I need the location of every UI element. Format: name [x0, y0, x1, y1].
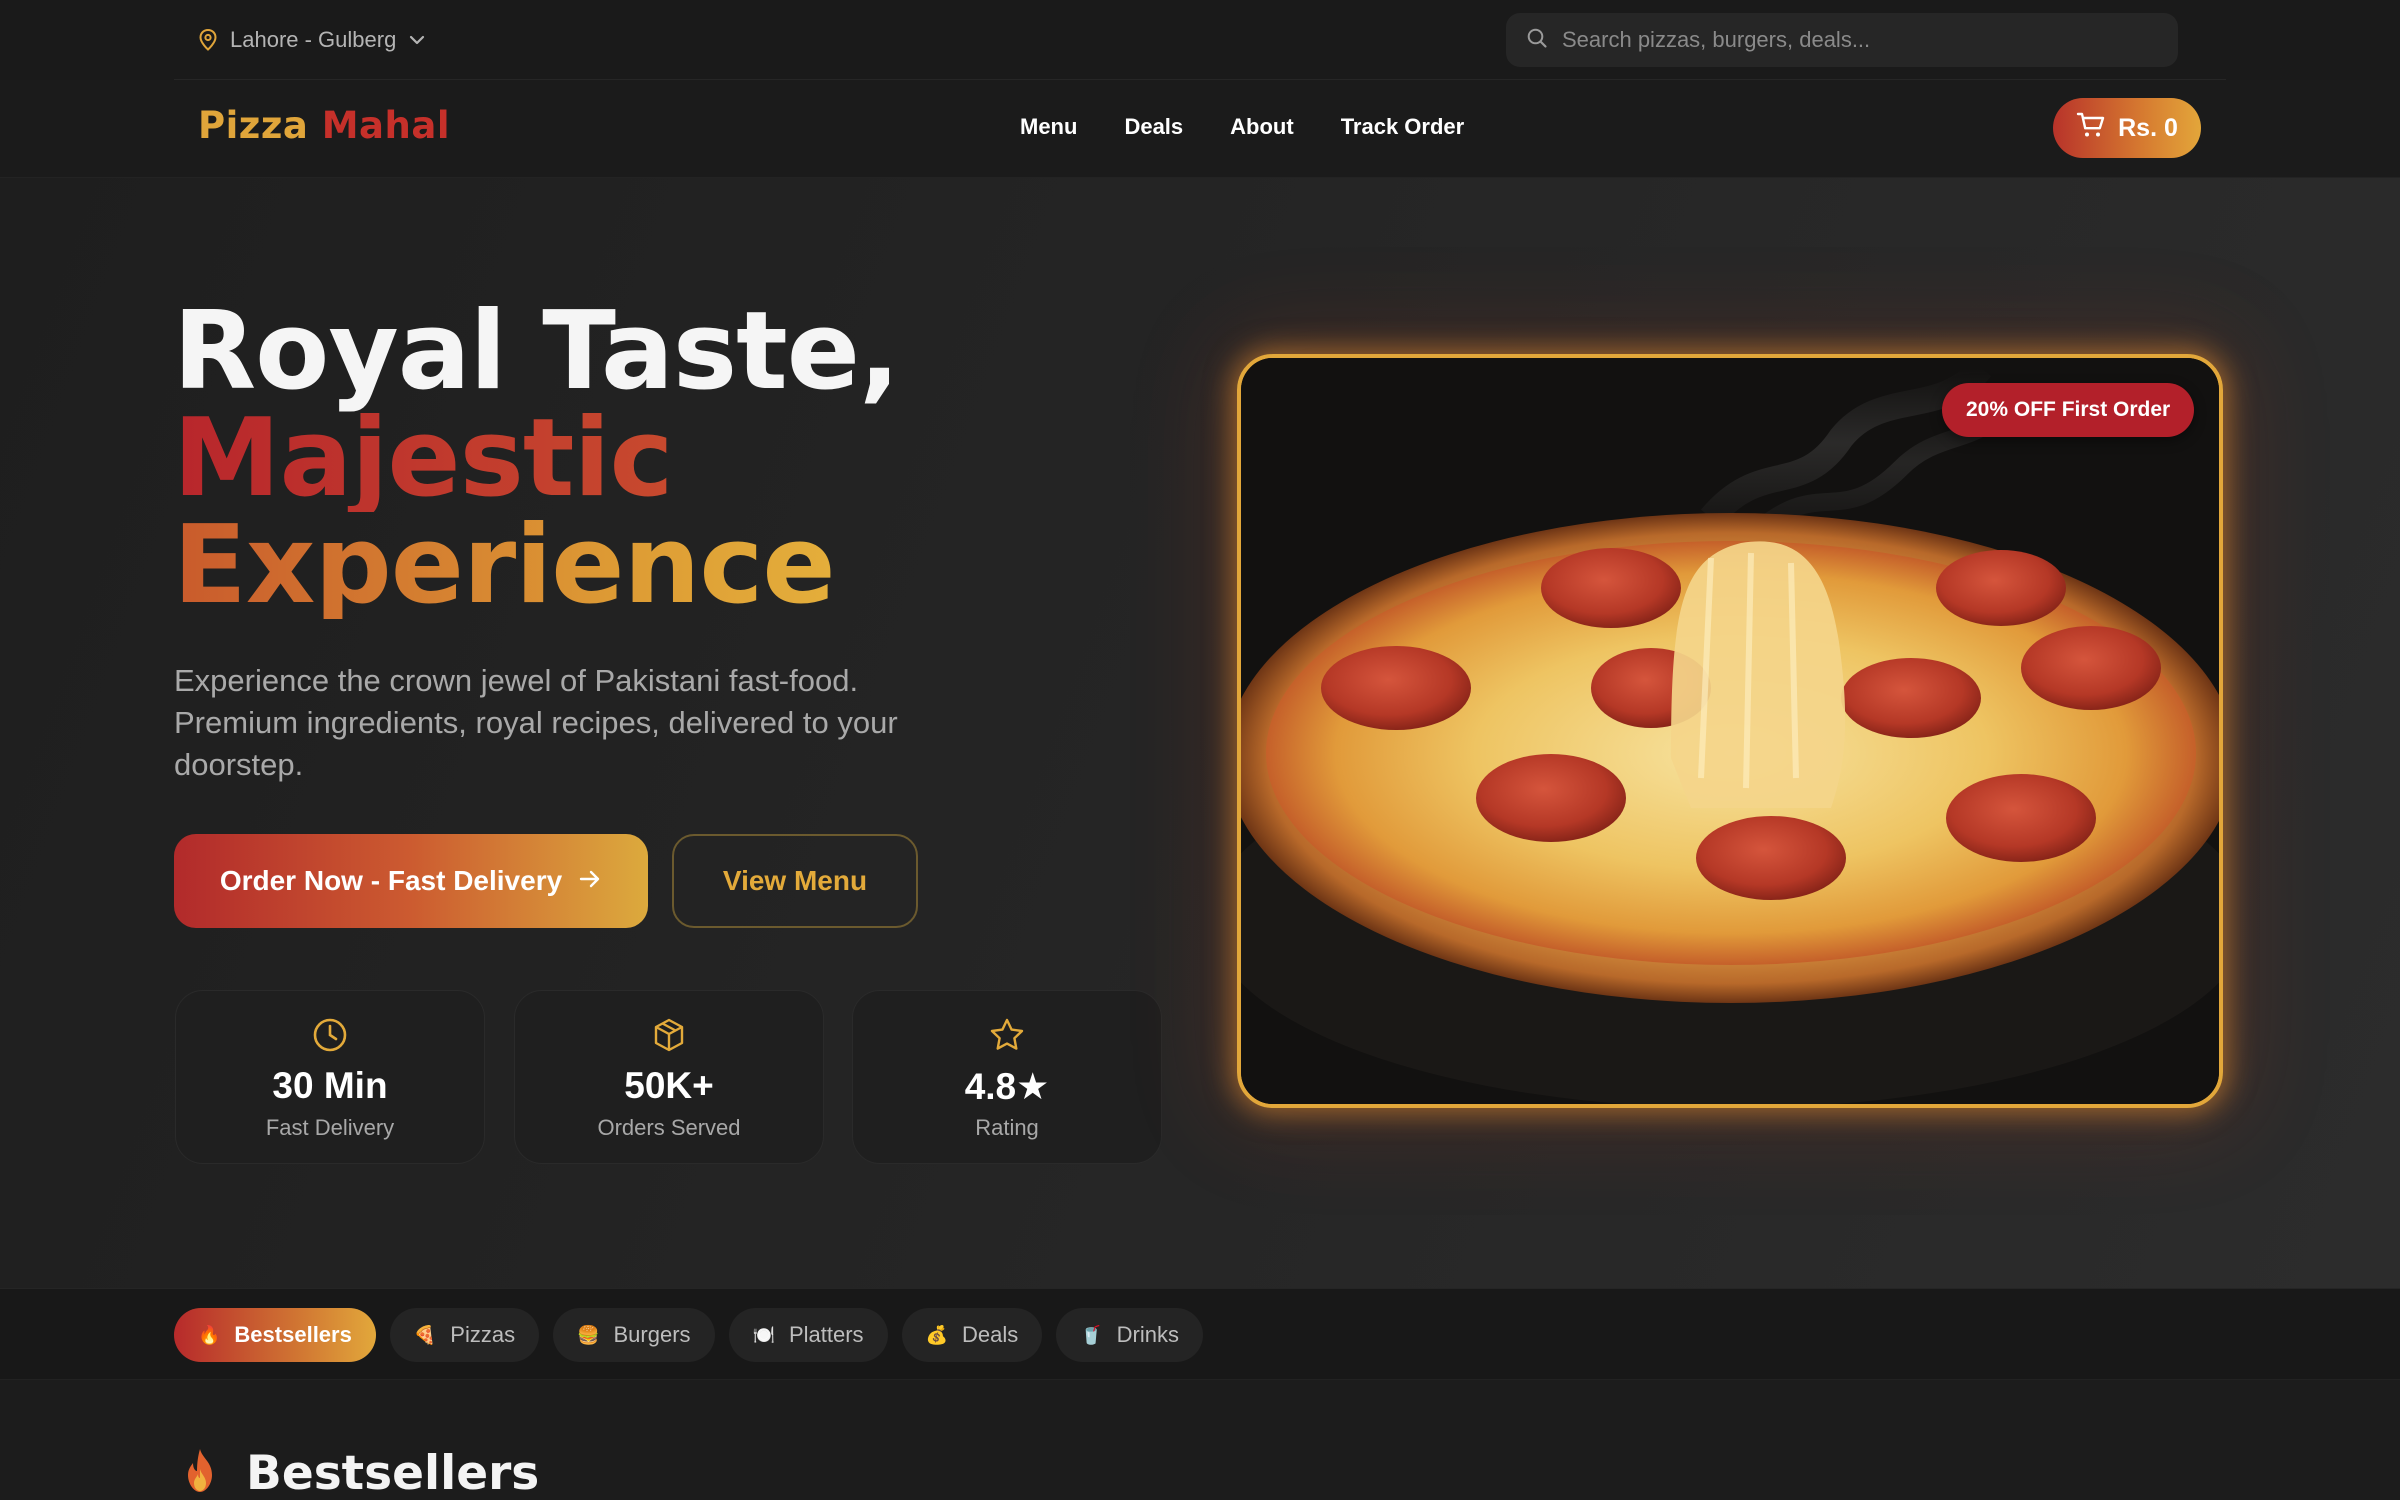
fire-icon	[180, 1447, 220, 1500]
category-bar: 🔥 Bestsellers 🍕 Pizzas 🍔 Burgers 🍽️ Plat…	[0, 1288, 2400, 1380]
location-label: Lahore - Gulberg	[230, 27, 397, 52]
star-icon	[853, 1017, 1161, 1053]
search-icon	[1526, 27, 1548, 54]
category-chip-platters[interactable]: 🍽️ Platters	[728, 1308, 888, 1362]
cart-icon	[2076, 111, 2106, 146]
headline-line-3: Experience	[173, 512, 899, 620]
category-chips: 🔥 Bestsellers 🍕 Pizzas 🍔 Burgers 🍽️ Plat…	[174, 1308, 1203, 1362]
category-chip-burgers[interactable]: 🍔 Burgers	[553, 1308, 715, 1362]
view-menu-button[interactable]: View Menu	[672, 834, 918, 928]
nav-link-about[interactable]: About	[1230, 114, 1294, 140]
promo-badge: 20% OFF First Order	[1942, 383, 2195, 437]
category-chip-bestsellers[interactable]: 🔥 Bestsellers	[174, 1308, 376, 1362]
logo-word-2: Mahal	[321, 104, 451, 147]
hero-subtext: Experience the crown jewel of Pakistani …	[174, 663, 898, 782]
hero-headline: Royal Taste, Majestic Experience	[173, 289, 900, 620]
logo-word-1: Pizza	[198, 104, 309, 147]
chip-label: Drinks	[1116, 1322, 1179, 1347]
order-now-button[interactable]: Order Now - Fast Delivery	[174, 834, 648, 928]
stat-value: 30 Min	[272, 1065, 388, 1106]
promo-label: 20% OFF First Order	[1966, 398, 2171, 421]
stat-card-delivery: 30 Min Fast Delivery	[175, 990, 485, 1164]
cart-button[interactable]: Rs. 0	[2053, 98, 2201, 158]
chevron-down-icon	[408, 34, 426, 46]
section-title: Bestsellers	[246, 1446, 540, 1500]
plate-icon: 🍽️	[752, 1324, 775, 1345]
nav-link-deals[interactable]: Deals	[1124, 114, 1183, 140]
section-heading: Bestsellers	[180, 1446, 539, 1500]
search-input[interactable]	[1562, 27, 2142, 53]
chip-label: Bestsellers	[234, 1322, 352, 1347]
hero-section: Royal Taste, Majestic Experience Experie…	[0, 178, 2400, 1288]
stat-card-orders: 50K+ Orders Served	[514, 990, 824, 1164]
headline-line-2: Majestic	[173, 405, 899, 513]
stat-label: Orders Served	[597, 1115, 741, 1140]
category-chip-drinks[interactable]: 🥤 Drinks	[1056, 1308, 1203, 1362]
brand-logo[interactable]: Pizza Mahal	[198, 104, 450, 147]
nav-link-track-order[interactable]: Track Order	[1341, 114, 1465, 140]
stat-label: Rating	[975, 1115, 1039, 1140]
stat-value: 4.8★	[964, 1066, 1050, 1107]
stat-label: Fast Delivery	[265, 1115, 395, 1140]
category-chip-pizzas[interactable]: 🍕 Pizzas	[389, 1308, 540, 1362]
money-bag-icon: 💰	[925, 1324, 948, 1345]
top-bar: Lahore - Gulberg	[0, 0, 2400, 80]
chip-label: Burgers	[613, 1322, 691, 1347]
stat-value: 50K+	[624, 1065, 714, 1106]
cart-total: Rs. 0	[2118, 113, 2178, 142]
hero-pizza-image	[1237, 354, 2223, 1108]
chip-label: Pizzas	[450, 1322, 516, 1347]
nav-links: Menu Deals About Track Order	[1020, 114, 1464, 140]
arrow-right-icon	[578, 865, 602, 897]
map-pin-icon	[198, 29, 218, 51]
chip-label: Platters	[788, 1322, 864, 1347]
category-chip-deals[interactable]: 💰 Deals	[901, 1308, 1043, 1362]
chip-label: Deals	[961, 1322, 1019, 1347]
drink-icon: 🥤	[1080, 1324, 1103, 1345]
nav-link-menu[interactable]: Menu	[1020, 114, 1077, 140]
search-bar	[1506, 13, 2178, 67]
fire-icon: 🔥	[198, 1324, 221, 1345]
burger-icon: 🍔	[577, 1324, 600, 1345]
headline-line-1: Royal Taste,	[173, 289, 900, 414]
nav-bar: Pizza Mahal Menu Deals About Track Order…	[0, 80, 2400, 178]
clock-icon	[176, 1017, 484, 1053]
view-menu-label: View Menu	[722, 865, 868, 896]
pizza-icon: 🍕	[413, 1324, 437, 1345]
order-button-label: Order Now - Fast Delivery	[219, 865, 563, 896]
location-selector[interactable]: Lahore - Gulberg	[198, 22, 426, 58]
box-icon	[515, 1017, 823, 1053]
stat-card-rating: 4.8★ Rating	[852, 990, 1162, 1164]
